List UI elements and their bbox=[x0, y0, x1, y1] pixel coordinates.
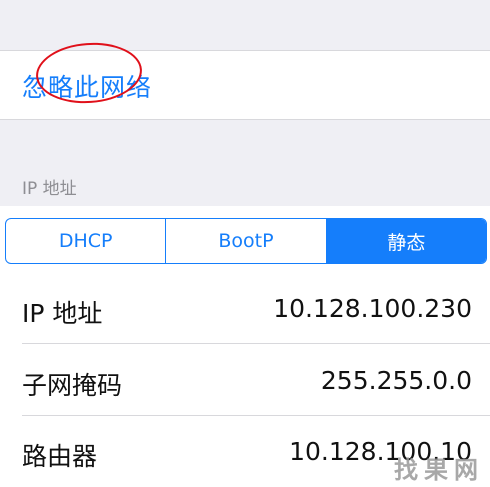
ip-mode-container: DHCP BootP 静态 bbox=[0, 206, 490, 274]
segment-bootp[interactable]: BootP bbox=[166, 219, 327, 263]
field-label-ip: IP 地址 bbox=[22, 299, 103, 328]
segment-static[interactable]: 静态 bbox=[326, 219, 486, 263]
field-row-ip[interactable]: IP 地址 10.128.100.230 bbox=[0, 274, 490, 344]
row-divider bbox=[22, 415, 490, 416]
ip-mode-segmented-control: DHCP BootP 静态 bbox=[5, 218, 487, 264]
watermark-logo: 找果网 bbox=[394, 456, 484, 484]
field-value-ip[interactable]: 10.128.100.230 bbox=[273, 294, 472, 323]
section-header-ip: IP 地址 bbox=[22, 179, 77, 199]
field-row-subnet[interactable]: 子网掩码 255.255.0.0 bbox=[0, 346, 490, 416]
field-value-subnet[interactable]: 255.255.0.0 bbox=[321, 366, 472, 395]
top-spacer bbox=[0, 0, 490, 50]
field-label-subnet: 子网掩码 bbox=[22, 371, 123, 400]
row-divider bbox=[22, 343, 490, 344]
field-label-router: 路由器 bbox=[22, 442, 98, 471]
segment-dhcp[interactable]: DHCP bbox=[6, 219, 167, 263]
